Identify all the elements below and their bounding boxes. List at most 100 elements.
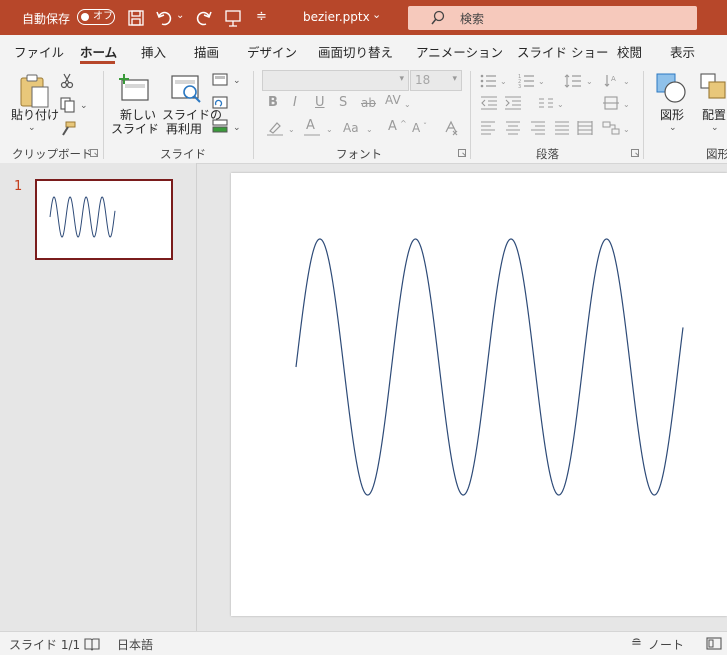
new-slide-dropdown-icon[interactable]: ⌄ [150, 122, 158, 136]
undo-icon[interactable] [154, 8, 174, 28]
undo-dropdown-icon[interactable]: ⌄ [176, 10, 184, 21]
character-spacing-dropdown-icon[interactable]: ⌄ [404, 98, 411, 112]
notes-label[interactable]: ノート [648, 636, 684, 653]
bullets-icon[interactable] [480, 73, 498, 89]
bullets-dropdown-icon[interactable]: ⌄ [500, 75, 507, 89]
reuse-slides-icon[interactable] [170, 72, 204, 106]
ribbon: 貼り付け ⌄ ⌄ クリップボード 新しい スライド ⌄ スライドの 再利用 ⌄ [0, 65, 727, 164]
accessibility-icon[interactable] [84, 637, 100, 651]
numbering-dropdown-icon[interactable]: ⌄ [538, 75, 545, 89]
shapes-icon[interactable] [655, 72, 687, 104]
wave-path[interactable] [295, 238, 684, 496]
highlight-dropdown-icon[interactable]: ⌄ [288, 123, 295, 137]
distributed-icon[interactable] [577, 121, 593, 135]
customize-toolbar-icon[interactable]: ≑ [256, 9, 267, 24]
autosave-toggle[interactable]: オフ [77, 9, 115, 25]
tab-draw[interactable]: 描画 [194, 42, 219, 61]
tab-animations[interactable]: アニメーション [416, 42, 503, 61]
autosave-label: 自動保存 [22, 12, 71, 26]
shrink-font-button[interactable]: A [412, 121, 420, 135]
italic-button[interactable]: I [293, 96, 297, 110]
copy-icon[interactable] [60, 97, 76, 113]
numbering-icon[interactable]: 123 [518, 73, 536, 89]
align-text-icon[interactable] [602, 96, 620, 110]
grow-font-button[interactable]: A [388, 120, 397, 134]
smartart-icon[interactable] [602, 121, 620, 135]
shadow-button[interactable]: S [339, 96, 347, 110]
file-name-caret[interactable]: ⌄ [372, 8, 381, 21]
tab-slideshow[interactable]: スライド ショー [517, 42, 608, 61]
align-left-icon[interactable] [480, 121, 496, 135]
underline-button[interactable]: U [315, 96, 325, 110]
paste-dropdown-icon[interactable]: ⌄ [28, 121, 36, 135]
group-separator [470, 71, 471, 159]
change-case-dropdown-icon[interactable]: ⌄ [366, 123, 373, 137]
bezier-curve-shape[interactable] [231, 173, 727, 616]
search-box[interactable]: 検索 [408, 6, 697, 30]
align-center-icon[interactable] [505, 121, 521, 135]
section-icon[interactable] [212, 119, 230, 133]
align-right-icon[interactable] [530, 121, 546, 135]
slide-info: スライド 1/1 [9, 638, 81, 652]
highlight-icon[interactable] [266, 120, 284, 136]
reuse-slides-label-line2[interactable]: 再利用 [166, 120, 202, 137]
smartart-dropdown-icon[interactable]: ⌄ [623, 123, 630, 137]
shapes-dropdown-icon[interactable]: ⌄ [669, 121, 677, 135]
arrange-icon[interactable] [699, 72, 727, 104]
change-case-button[interactable]: Aa [343, 121, 359, 135]
cut-icon[interactable] [60, 73, 74, 89]
tab-transitions[interactable]: 画面切り替え [318, 42, 393, 61]
strikethrough-button[interactable]: ab [361, 96, 376, 110]
tab-file[interactable]: ファイル [14, 42, 64, 61]
language[interactable]: 日本語 [117, 636, 153, 653]
tab-insert[interactable]: 挿入 [141, 42, 166, 61]
new-slide-icon[interactable] [118, 72, 152, 106]
normal-view-icon[interactable] [706, 637, 722, 650]
layout-dropdown-icon[interactable]: ⌄ [233, 74, 241, 88]
title-bar: 自動保存 オフ ⌄ ≑ bezier.pptx ⌄ 検索 [0, 0, 727, 35]
arrange-dropdown-icon[interactable]: ⌄ [711, 121, 719, 135]
font-size-combo[interactable]: 18 ▾ [410, 70, 462, 91]
font-name-combo[interactable]: ▾ [262, 70, 409, 91]
tab-view[interactable]: 表示 [670, 42, 695, 61]
search-icon [431, 10, 445, 25]
font-color-button[interactable]: A [306, 119, 315, 133]
text-direction-icon[interactable]: A [603, 73, 621, 89]
font-color-bar [304, 134, 320, 136]
font-name-dropdown-icon: ▾ [399, 74, 404, 84]
reset-icon[interactable] [212, 96, 230, 110]
justify-icon[interactable] [554, 121, 570, 135]
paragraph-group-label: 段落 [536, 147, 559, 161]
section-dropdown-icon[interactable]: ⌄ [233, 121, 241, 135]
bold-button[interactable]: B [268, 96, 278, 110]
notes-icon[interactable]: ≘ [631, 636, 642, 651]
font-color-dropdown-icon[interactable]: ⌄ [326, 123, 333, 137]
tab-design[interactable]: デザイン [247, 42, 297, 61]
save-icon[interactable] [126, 8, 146, 28]
copy-dropdown-icon[interactable]: ⌄ [80, 99, 88, 113]
text-direction-dropdown-icon[interactable]: ⌄ [623, 75, 630, 89]
font-size-dropdown-icon: ▾ [452, 74, 457, 84]
redo-icon[interactable] [194, 8, 214, 28]
line-spacing-dropdown-icon[interactable]: ⌄ [586, 75, 593, 89]
ribbon-tabs: ファイル ホーム 挿入 描画 デザイン 画面切り替え アニメーション スライド … [0, 35, 727, 65]
columns-dropdown-icon[interactable]: ⌄ [557, 98, 564, 112]
font-launcher-icon[interactable] [458, 149, 466, 157]
tab-home[interactable]: ホーム [80, 42, 117, 61]
columns-icon[interactable] [538, 97, 554, 109]
slide-canvas[interactable] [231, 173, 727, 616]
decrease-indent-icon[interactable] [480, 96, 498, 110]
line-spacing-icon[interactable] [564, 73, 582, 89]
tab-review[interactable]: 校閲 [617, 42, 642, 61]
increase-indent-icon[interactable] [504, 96, 522, 110]
slide-thumbnail[interactable] [35, 179, 173, 260]
clear-formatting-icon[interactable] [442, 119, 460, 137]
clipboard-launcher-icon[interactable] [90, 149, 98, 157]
search-placeholder: 検索 [460, 12, 485, 26]
layout-icon[interactable] [212, 73, 230, 87]
paragraph-launcher-icon[interactable] [631, 149, 639, 157]
character-spacing-button[interactable]: AV [385, 93, 401, 107]
format-painter-icon[interactable] [60, 121, 76, 137]
presentation-icon[interactable] [223, 8, 243, 28]
align-text-dropdown-icon[interactable]: ⌄ [623, 98, 630, 112]
